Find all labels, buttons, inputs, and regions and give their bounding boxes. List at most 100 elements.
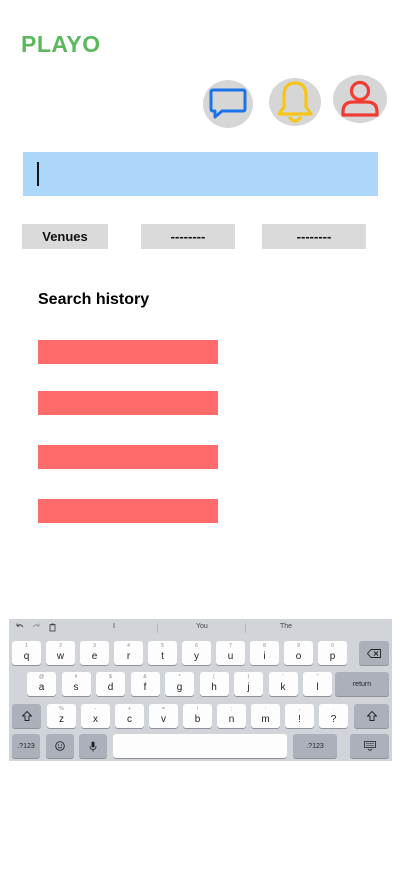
key-char: q bbox=[23, 651, 30, 662]
key-?[interactable]: .? bbox=[319, 704, 348, 728]
key-n[interactable]: ; n bbox=[217, 704, 246, 728]
key-alt-char: ) bbox=[247, 674, 250, 680]
key-char: r bbox=[126, 651, 131, 662]
key-h[interactable]: (h bbox=[199, 672, 229, 696]
key-m[interactable]: :m bbox=[251, 704, 280, 728]
profile-button[interactable] bbox=[333, 75, 387, 123]
shift-icon bbox=[366, 711, 377, 721]
emoji-key[interactable] bbox=[46, 734, 74, 758]
user-icon bbox=[341, 80, 379, 117]
shift-key-right[interactable] bbox=[354, 704, 389, 728]
key-g[interactable]: * g bbox=[165, 672, 194, 696]
numbers-key-left[interactable]: .?123 bbox=[12, 734, 40, 758]
tab-venues[interactable]: Venues bbox=[22, 224, 108, 249]
key-alt-char: 6 bbox=[195, 643, 198, 649]
key-alt-char: $ bbox=[109, 674, 112, 680]
key-a[interactable]: @ a bbox=[27, 672, 56, 696]
key-char: x bbox=[93, 714, 98, 725]
key-p[interactable]: 0p bbox=[318, 641, 347, 665]
delete-key[interactable] bbox=[359, 641, 389, 665]
key-char: n bbox=[228, 714, 235, 725]
key-z[interactable]: % z bbox=[47, 704, 76, 728]
suggestion-1[interactable]: I bbox=[113, 623, 115, 630]
key-t[interactable]: 5t bbox=[148, 641, 177, 665]
key-alt-char: 7 bbox=[229, 643, 232, 649]
shift-key-left[interactable] bbox=[12, 704, 41, 728]
key-alt-char: = bbox=[162, 706, 165, 712]
app-logo: PLAYO bbox=[21, 31, 101, 57]
suggestion-divider bbox=[245, 623, 246, 633]
key-char: f bbox=[143, 682, 147, 693]
key-alt-char: ' bbox=[282, 674, 284, 680]
key-alt-char: , bbox=[298, 706, 301, 712]
dictation-key[interactable] bbox=[79, 734, 107, 758]
key-alt-char: * bbox=[178, 674, 181, 680]
key-![interactable]: ,! bbox=[285, 704, 314, 728]
undo-icon[interactable] bbox=[16, 623, 24, 633]
history-item[interactable] bbox=[38, 391, 218, 415]
history-item[interactable] bbox=[38, 445, 218, 469]
key-s[interactable]: # s bbox=[61, 672, 91, 696]
key-char: g bbox=[176, 682, 183, 693]
key-char: w bbox=[56, 651, 65, 662]
numbers-key-right[interactable]: .?123 bbox=[293, 734, 337, 758]
history-item[interactable] bbox=[38, 499, 218, 523]
key-c[interactable]: + c bbox=[115, 704, 144, 728]
search-input[interactable] bbox=[23, 152, 378, 196]
key-char: o bbox=[295, 651, 302, 662]
tab-filter-3[interactable]: -------- bbox=[262, 224, 366, 249]
space-key[interactable] bbox=[113, 734, 287, 758]
key-w[interactable]: 2w bbox=[46, 641, 75, 665]
key-k[interactable]: ' k bbox=[268, 672, 298, 696]
key-j[interactable]: ) j bbox=[234, 672, 263, 696]
history-item[interactable] bbox=[38, 340, 218, 364]
shift-icon bbox=[21, 711, 32, 721]
key-u[interactable]: 7u bbox=[216, 641, 245, 665]
key-b[interactable]: / b bbox=[183, 704, 212, 728]
key-d[interactable]: $ d bbox=[96, 672, 125, 696]
key-alt-char: & bbox=[143, 674, 147, 680]
keyboard-toolbar: I You The bbox=[9, 619, 392, 637]
suggestion-2[interactable]: You bbox=[196, 623, 208, 630]
tab-filter-2[interactable]: -------- bbox=[141, 224, 235, 249]
key-alt-char: - bbox=[94, 706, 97, 712]
suggestion-3[interactable]: The bbox=[280, 623, 292, 630]
key-alt-char: 4 bbox=[127, 643, 130, 649]
key-i[interactable]: 8i bbox=[250, 641, 279, 665]
clipboard-icon[interactable] bbox=[49, 623, 57, 634]
redo-icon[interactable] bbox=[32, 623, 40, 633]
key-char: a bbox=[38, 682, 45, 693]
key-char: u bbox=[227, 651, 234, 662]
key-y[interactable]: 6y bbox=[182, 641, 211, 665]
key-v[interactable]: = v bbox=[149, 704, 178, 728]
chat-icon bbox=[209, 88, 247, 119]
notifications-button[interactable] bbox=[269, 78, 321, 126]
key-r[interactable]: 4r bbox=[114, 641, 143, 665]
key-alt-char: 1 bbox=[25, 643, 28, 649]
key-l[interactable]: " l bbox=[303, 672, 332, 696]
key-char: z bbox=[59, 714, 64, 725]
key-alt-char: + bbox=[128, 706, 131, 712]
key-alt-char: " bbox=[316, 674, 319, 680]
key-char: k bbox=[280, 682, 286, 693]
key-alt-char: 5 bbox=[161, 643, 164, 649]
key-alt-char: 3 bbox=[93, 643, 96, 649]
key-alt-char: # bbox=[74, 674, 78, 680]
key-f[interactable]: & f bbox=[130, 672, 160, 696]
key-alt-char: : bbox=[264, 706, 267, 712]
key-char: ? bbox=[330, 714, 337, 725]
chat-button[interactable] bbox=[203, 80, 253, 128]
backspace-icon bbox=[367, 648, 381, 658]
key-char: ! bbox=[298, 714, 301, 725]
key-e[interactable]: 3e bbox=[80, 641, 109, 665]
return-key[interactable]: return bbox=[335, 672, 389, 696]
text-caret bbox=[37, 162, 39, 186]
key-char: y bbox=[194, 651, 199, 662]
key-char: b bbox=[194, 714, 201, 725]
hide-keyboard-key[interactable] bbox=[350, 734, 389, 758]
key-alt-char: 0 bbox=[331, 643, 334, 649]
key-q[interactable]: 1q bbox=[12, 641, 41, 665]
key-o[interactable]: 9o bbox=[284, 641, 313, 665]
emoji-icon bbox=[55, 741, 65, 751]
key-x[interactable]: -x bbox=[81, 704, 110, 728]
